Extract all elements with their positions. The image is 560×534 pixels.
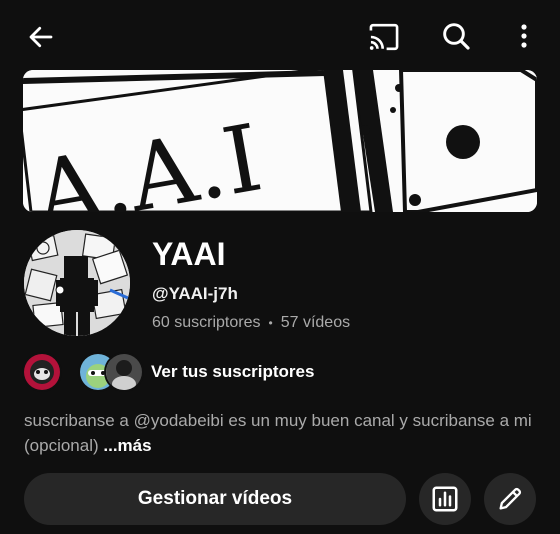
channel-name: YAAI (152, 236, 226, 272)
back-arrow-icon[interactable] (22, 18, 60, 56)
description-text: suscribanse a @yodabeibi es un muy buen … (24, 411, 532, 455)
channel-stats: 60 suscriptores • 57 vídeos (152, 314, 350, 332)
channel-banner: A.A.I (23, 70, 537, 212)
view-subscribers-label[interactable]: Ver tus suscriptores (151, 362, 314, 382)
pencil-icon (499, 487, 522, 510)
cast-icon[interactable] (364, 18, 404, 56)
subscriber-avatar (24, 354, 60, 390)
channel-handle: @YAAI-j7h (152, 284, 238, 303)
stats-separator: • (268, 316, 273, 330)
channel-avatar[interactable] (24, 230, 130, 336)
view-subscribers-row[interactable]: Ver tus suscriptores (24, 352, 544, 392)
more-options-icon[interactable] (510, 20, 538, 52)
search-icon[interactable] (436, 16, 476, 56)
edit-channel-button[interactable] (484, 473, 536, 525)
top-app-bar (0, 0, 560, 70)
video-count: 57 vídeos (280, 314, 351, 331)
more-link[interactable]: ...más (103, 436, 151, 455)
analytics-icon (432, 486, 458, 512)
manage-videos-button[interactable]: Gestionar vídeos (24, 473, 406, 525)
analytics-button[interactable] (419, 473, 471, 525)
subscriber-avatar (106, 354, 142, 390)
subscriber-count: 60 suscriptores (152, 314, 261, 331)
channel-description[interactable]: suscribanse a @yodabeibi es un muy buen … (24, 408, 538, 458)
